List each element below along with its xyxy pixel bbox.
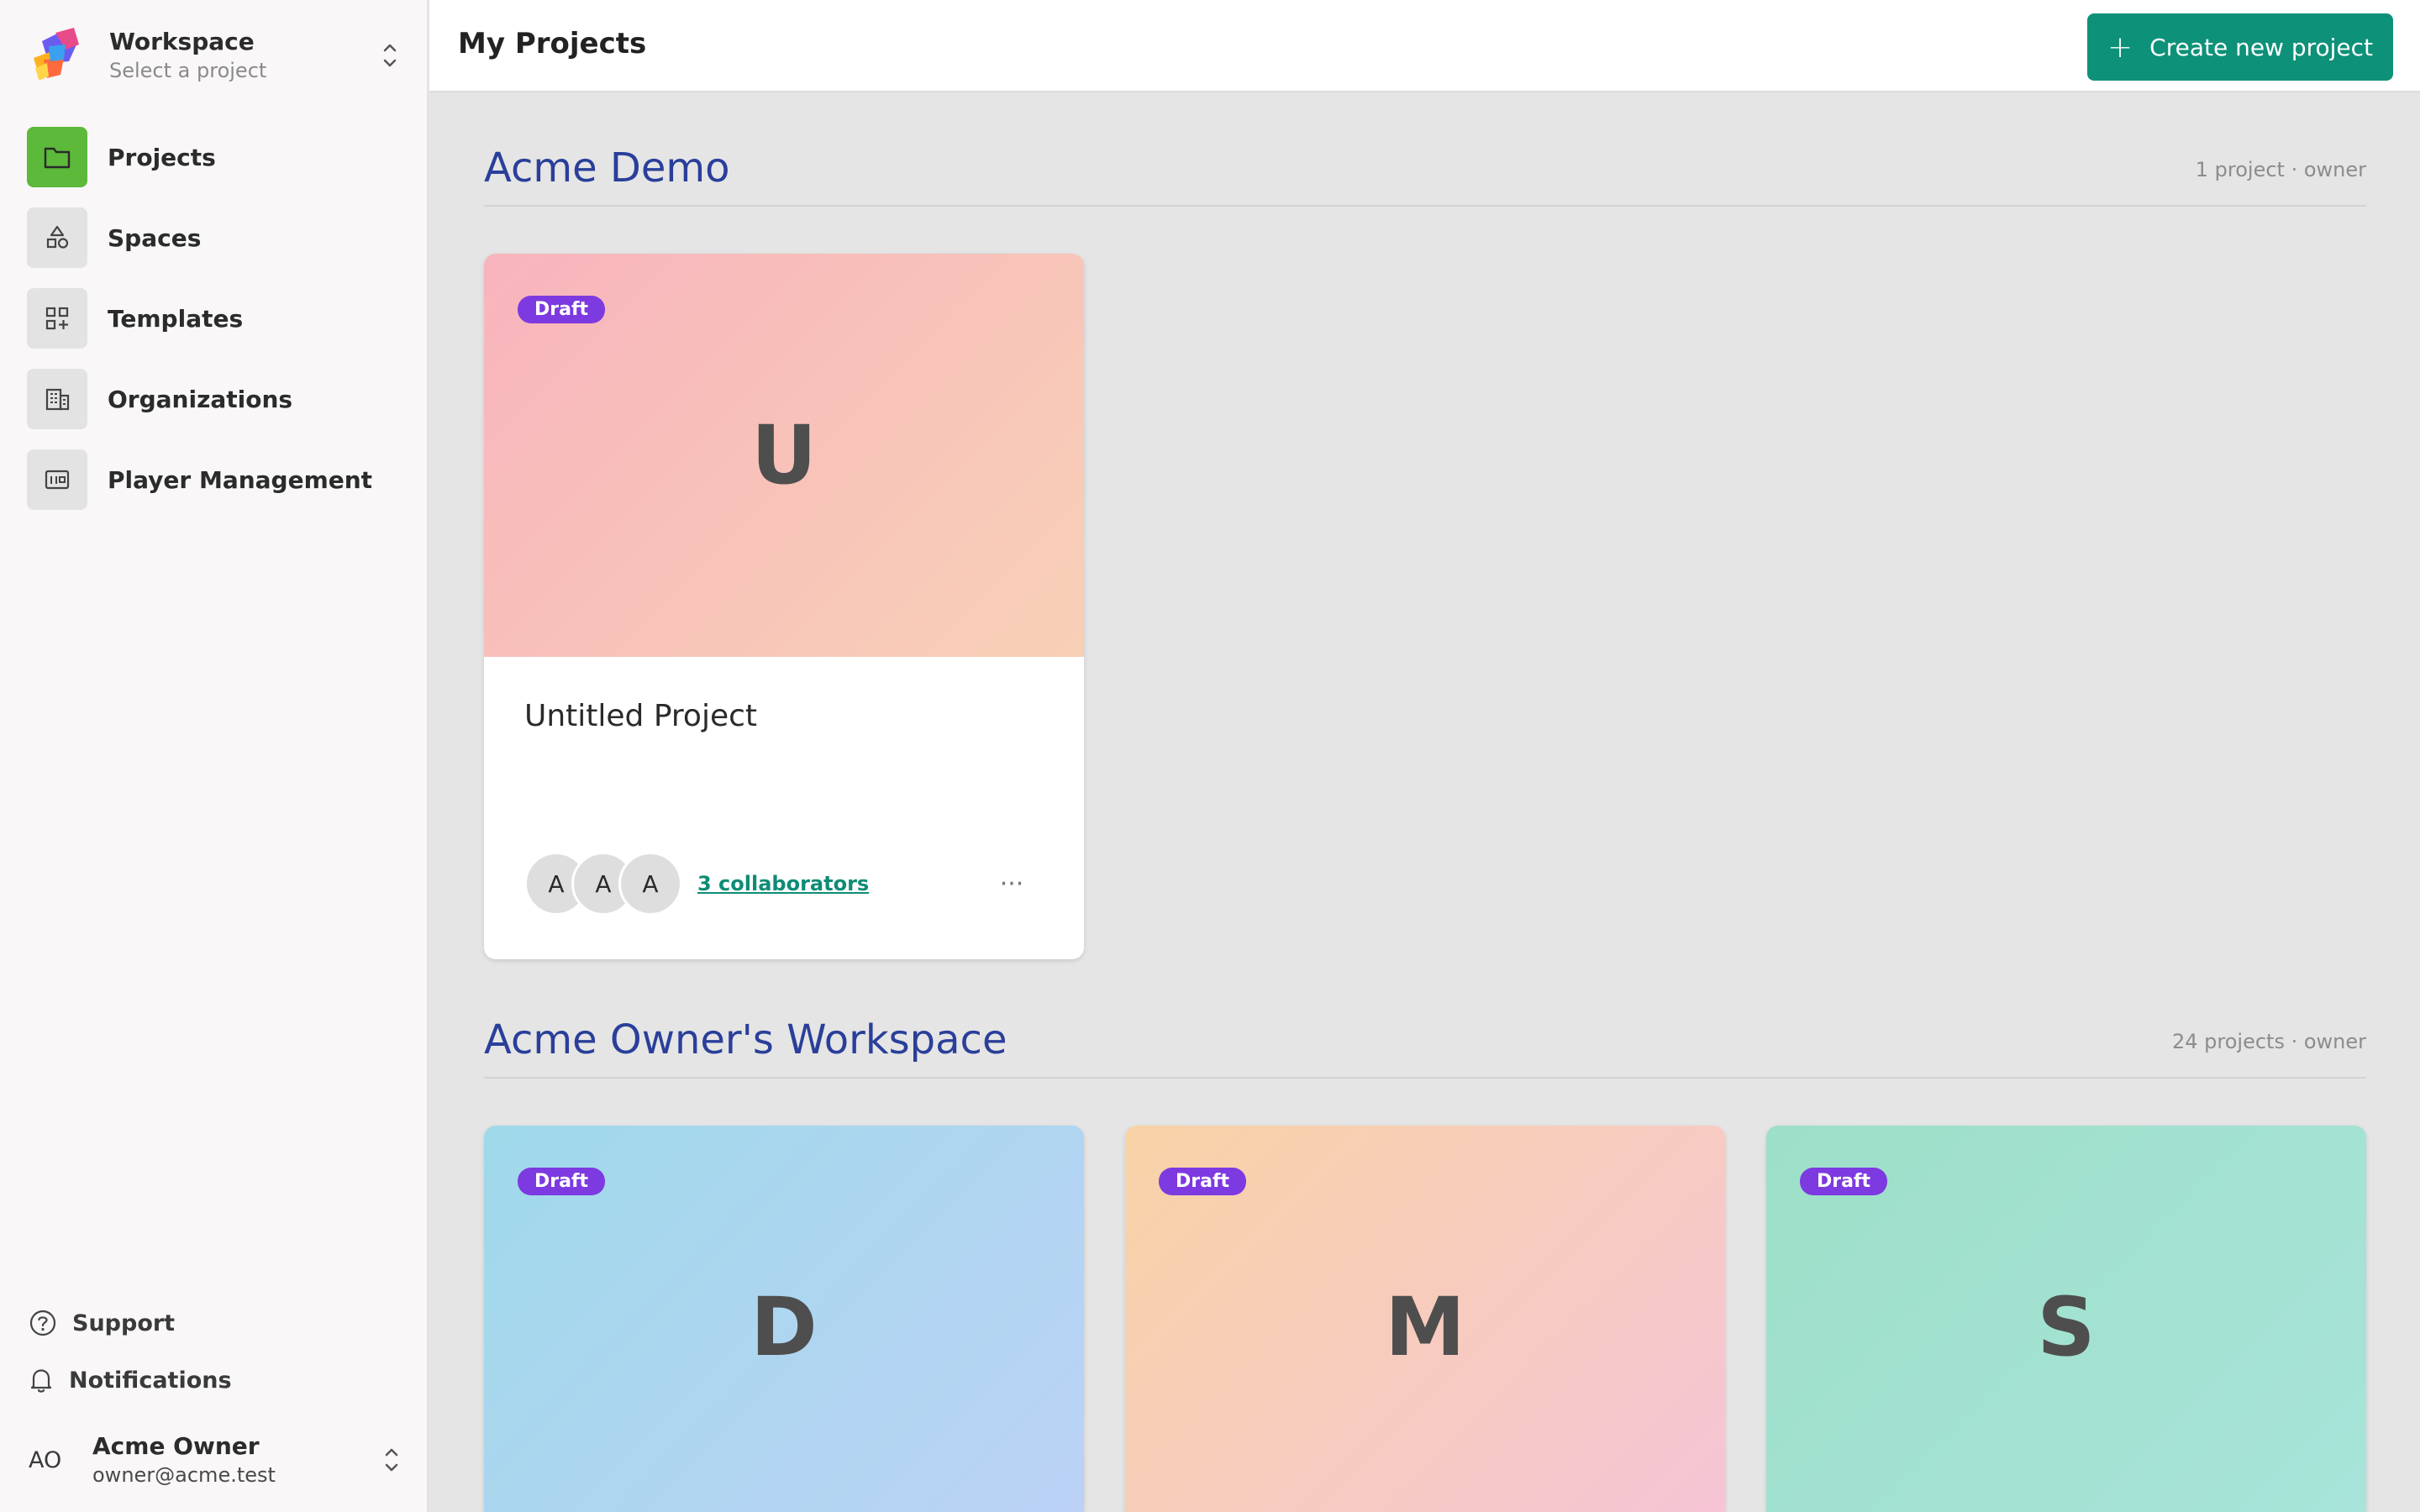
folder-icon <box>27 127 87 187</box>
project-card[interactable]: Draft U Untitled Project A A A 3 collabo… <box>484 254 1084 959</box>
workspace-logo-icon <box>34 28 79 80</box>
create-button-label: Create new project <box>2149 33 2374 61</box>
top-bar: My Projects + Create new project <box>429 0 2420 92</box>
more-options-icon[interactable]: ··· <box>993 865 1030 902</box>
sidebar-item-player-management[interactable]: Player Management <box>27 449 402 511</box>
project-card[interactable]: Draft S <box>1766 1126 2366 1512</box>
sidebar: Workspace Select a project Projects Spac… <box>0 0 429 1512</box>
collaborators-link[interactable]: 3 collaborators <box>697 872 869 895</box>
sidebar-item-projects[interactable]: Projects <box>27 126 402 188</box>
sidebar-item-organizations[interactable]: Organizations <box>27 368 402 430</box>
workspace-switcher[interactable]: Workspace Select a project <box>27 20 402 91</box>
project-thumbnail: Draft S <box>1766 1126 2366 1512</box>
workspace-subtitle: Select a project <box>109 59 267 82</box>
project-title: Untitled Project <box>524 699 758 733</box>
card-body: Untitled Project A A A 3 collaborators ·… <box>484 657 1084 959</box>
plus-icon: + <box>2107 29 2133 65</box>
section-header: Acme Owner's Workspace 24 projects · own… <box>484 1015 2366 1079</box>
thumbnail-letter: D <box>750 1280 818 1374</box>
support-link[interactable]: Support <box>29 1306 403 1340</box>
sidebar-item-spaces[interactable]: Spaces <box>27 207 402 269</box>
help-circle-icon <box>29 1310 56 1336</box>
grid-plus-icon <box>27 288 87 349</box>
notifications-label: Notifications <box>69 1367 232 1394</box>
sidebar-item-label: Player Management <box>108 465 373 494</box>
project-thumbnail: Draft U <box>484 254 1084 657</box>
shapes-icon <box>27 207 87 268</box>
sidebar-item-templates[interactable]: Templates <box>27 287 402 349</box>
notifications-link[interactable]: Notifications <box>29 1363 403 1397</box>
sidebar-item-label: Organizations <box>108 385 293 413</box>
create-new-project-button[interactable]: + Create new project <box>2087 13 2393 81</box>
sidebar-item-label: Projects <box>108 143 216 171</box>
project-card[interactable]: Draft M <box>1125 1126 1725 1512</box>
user-email: owner@acme.test <box>92 1463 276 1487</box>
thumbnail-letter: S <box>2037 1280 2096 1374</box>
player-card-icon <box>27 449 87 510</box>
chevron-updown-icon <box>383 44 397 67</box>
collaborators-row: A A A 3 collaborators <box>524 852 869 916</box>
page-title: My Projects <box>458 27 647 60</box>
building-icon <box>27 369 87 429</box>
support-label: Support <box>72 1310 176 1336</box>
sidebar-item-label: Templates <box>108 304 244 333</box>
sidebar-utilities: Support Notifications <box>29 1306 403 1420</box>
section-title[interactable]: Acme Owner's Workspace <box>484 1016 1007 1063</box>
project-thumbnail: Draft M <box>1125 1126 1725 1512</box>
avatar: A <box>618 852 682 916</box>
user-name: Acme Owner <box>92 1432 260 1460</box>
bell-icon <box>30 1369 52 1393</box>
section-meta: 1 project · owner <box>2195 158 2366 181</box>
avatar: AO <box>29 1446 62 1473</box>
thumbnail-letter: M <box>1385 1280 1465 1374</box>
chevron-updown-icon <box>385 1448 398 1472</box>
project-card[interactable]: Draft D <box>484 1126 1084 1512</box>
workspace-title: Workspace <box>109 28 255 55</box>
sidebar-item-label: Spaces <box>108 223 202 252</box>
section-header: Acme Demo 1 project · owner <box>484 143 2366 207</box>
section-meta: 24 projects · owner <box>2171 1030 2366 1053</box>
section-title[interactable]: Acme Demo <box>484 144 730 192</box>
project-thumbnail: Draft D <box>484 1126 1084 1512</box>
thumbnail-letter: U <box>751 408 817 502</box>
user-menu[interactable]: AO Acme Owner owner@acme.test <box>29 1428 403 1492</box>
sidebar-nav: Projects Spaces Templates Organizations … <box>27 126 402 529</box>
